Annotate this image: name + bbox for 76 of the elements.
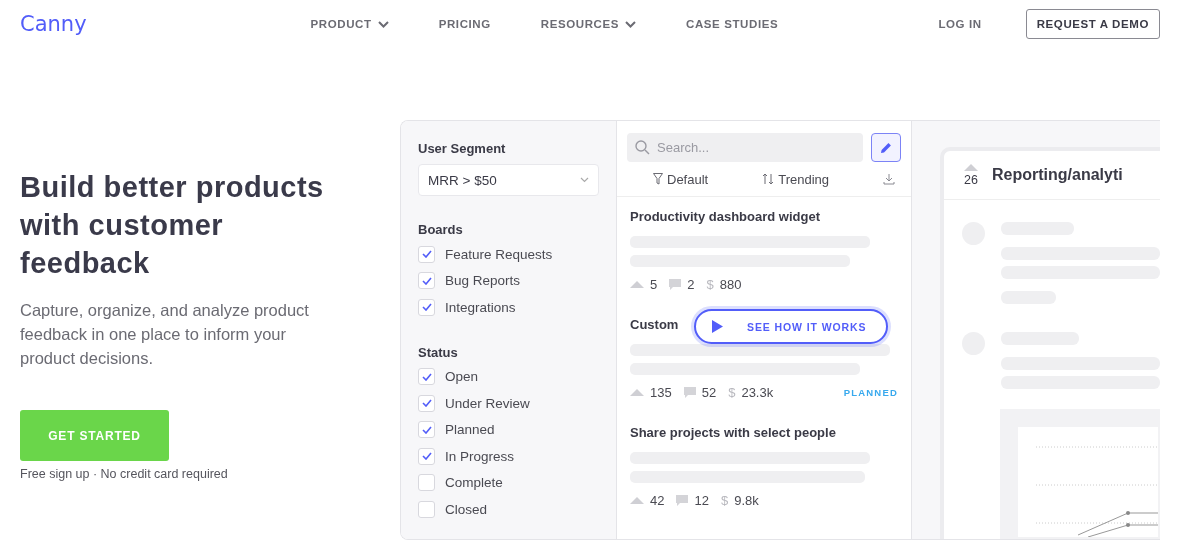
- comment-icon: [683, 387, 696, 398]
- nav-link[interactable]: CASE STUDIES: [686, 18, 779, 30]
- checkbox[interactable]: [418, 245, 435, 263]
- checkbox[interactable]: [418, 368, 435, 386]
- revenue-amount: 9.8k: [734, 493, 759, 508]
- post-title: Reporting/analyti: [992, 166, 1123, 184]
- sort-button[interactable]: Trending: [762, 171, 829, 187]
- logo[interactable]: Canny: [20, 12, 87, 36]
- currency-symbol: $: [706, 277, 714, 292]
- checkbox-label: Closed: [445, 501, 488, 517]
- nav-link[interactable]: RESOURCES: [540, 18, 637, 30]
- checkmark-icon: [421, 399, 432, 408]
- status-label: PLANNED: [843, 387, 898, 398]
- checkbox-label: Under Review: [445, 395, 530, 411]
- checkbox-label: Open: [445, 369, 479, 385]
- filter-heading: Boards: [418, 222, 464, 237]
- vote-count: 5: [650, 277, 658, 292]
- checkmark-icon: [421, 250, 432, 259]
- currency-symbol: $: [728, 385, 736, 400]
- filter-button[interactable]: Default: [653, 171, 709, 187]
- checkbox[interactable]: [418, 447, 435, 465]
- vote-count: 135: [650, 385, 672, 400]
- search-icon: [635, 140, 650, 155]
- upvote-icon: [630, 497, 644, 504]
- post-title[interactable]: Productivity dashboard widget: [630, 209, 820, 224]
- revenue-amount: 880: [719, 277, 742, 292]
- comment-count: 2: [687, 277, 695, 292]
- comment-count: 52: [701, 385, 717, 400]
- filter-heading: User Segment: [418, 141, 507, 156]
- checkmark-icon: [421, 452, 432, 461]
- upvote-icon: [630, 389, 644, 396]
- upvote-icon: [964, 163, 978, 171]
- play-icon: [712, 320, 723, 333]
- see-how-it-works-button[interactable]: SEE HOW IT WORKS: [694, 309, 889, 344]
- upvote-icon: [630, 281, 644, 288]
- search-field[interactable]: Search...: [627, 133, 863, 162]
- chevron-down-icon: [580, 177, 589, 183]
- checkmark-icon: [421, 276, 432, 285]
- checkbox[interactable]: [418, 298, 435, 316]
- checkmark-icon: [421, 303, 432, 312]
- post-title[interactable]: Custom: [630, 317, 679, 332]
- checkbox-label: Planned: [445, 422, 495, 438]
- comment-count: 12: [694, 493, 709, 508]
- comment-icon: [669, 279, 682, 290]
- checkbox-label: Feature Requests: [445, 246, 553, 262]
- nav-link[interactable]: PRODUCT: [310, 18, 389, 30]
- nav-link[interactable]: PRICING: [438, 18, 491, 30]
- vote-count: 42: [650, 493, 665, 508]
- hero-subtitle: Capture, organize, and analyze product feedback in one place to inform your product decisions.: [20, 300, 310, 369]
- currency-symbol: $: [720, 493, 729, 508]
- funnel-icon: [653, 173, 663, 185]
- checkbox-label: In Progress: [445, 448, 515, 464]
- vote-count: 26: [964, 172, 978, 187]
- segment-dropdown[interactable]: MRR > $50: [418, 164, 599, 196]
- login-link[interactable]: LOG IN: [938, 18, 982, 30]
- comment-icon: [676, 495, 689, 506]
- checkmark-icon: [421, 425, 432, 434]
- checkbox[interactable]: [418, 474, 435, 492]
- pencil-icon: [880, 141, 892, 154]
- revenue-amount: 23.3k: [741, 385, 774, 400]
- sort-arrows-icon: [762, 173, 775, 185]
- checkbox[interactable]: [418, 394, 435, 412]
- request-demo-button[interactable]: REQUEST A DEMO: [1025, 9, 1160, 39]
- checkbox-label: Bug Reports: [445, 273, 521, 289]
- checkmark-icon: [421, 372, 432, 381]
- hero-heading: Build better products with customer feedback: [20, 170, 325, 281]
- filter-heading: Status: [418, 344, 459, 360]
- checkbox[interactable]: [418, 421, 435, 439]
- checkbox-label: Complete: [445, 475, 503, 491]
- edit-button[interactable]: [871, 133, 901, 162]
- checkbox-label: Integrations: [445, 299, 516, 315]
- signup-note: Free sign up · No credit card required: [20, 467, 229, 481]
- checkbox[interactable]: [418, 272, 435, 290]
- download-icon[interactable]: [883, 173, 895, 185]
- checkbox[interactable]: [418, 500, 435, 518]
- post-title[interactable]: Share projects with select people: [630, 425, 836, 440]
